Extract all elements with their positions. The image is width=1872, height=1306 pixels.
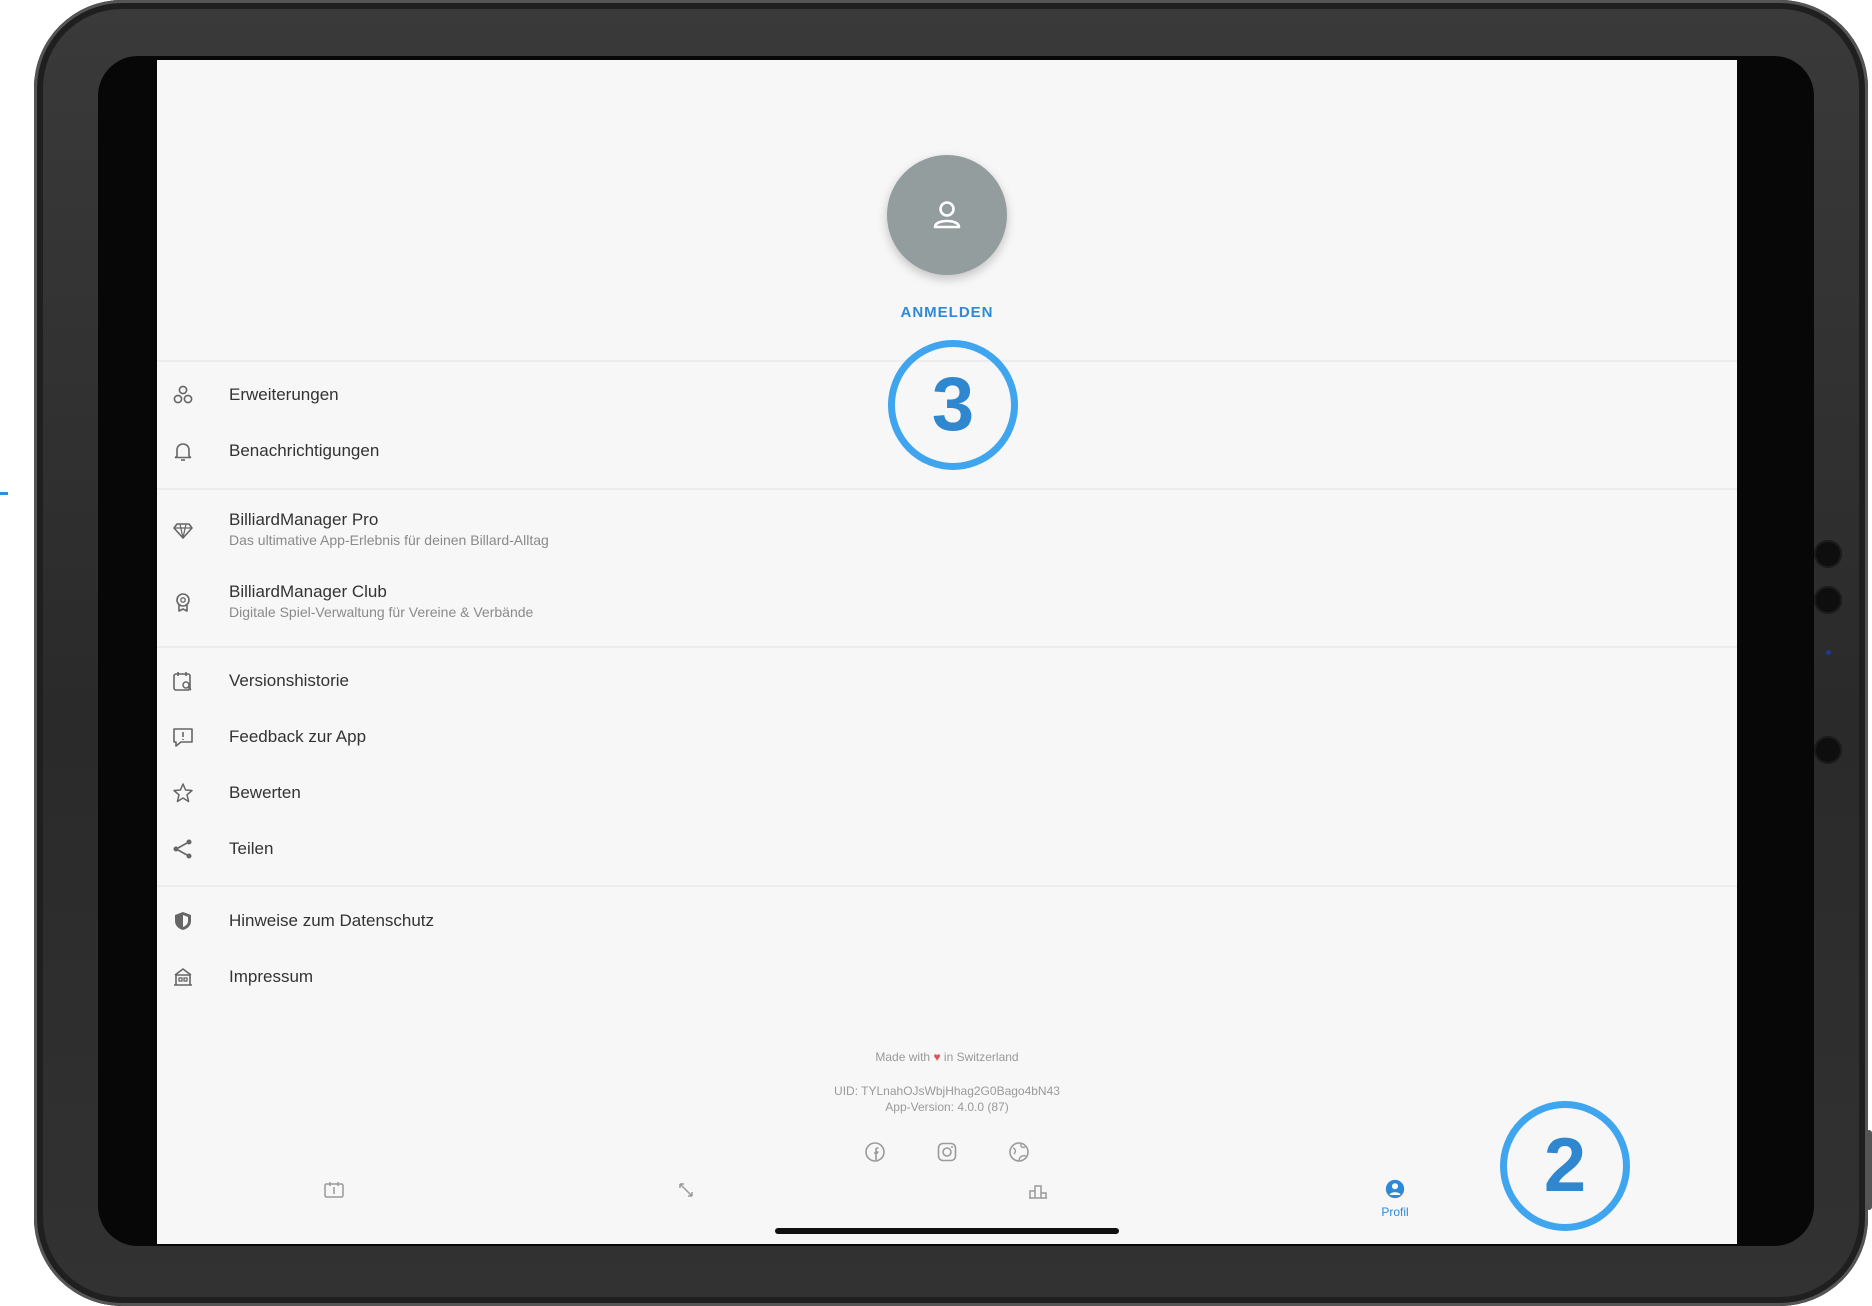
menu-item-label: Teilen (229, 839, 274, 858)
camera-lens-icon (1814, 540, 1842, 568)
tab-profil[interactable]: Profil (1375, 1178, 1415, 1226)
menu-item-teilen[interactable]: Teilen (157, 821, 1737, 877)
tab-label: Profil (1381, 1205, 1409, 1219)
volume-button (1866, 1130, 1872, 1210)
menu-item-feedback[interactable]: Feedback zur App (157, 709, 1737, 765)
building-icon (174, 968, 192, 986)
partial-link-underline[interactable] (0, 440, 8, 495)
menu-item-label: Versionshistorie (229, 671, 350, 690)
ranking-icon (1029, 1185, 1047, 1199)
menu-item-bewerten[interactable]: Bewerten (157, 765, 1737, 821)
login-button[interactable]: ANMELDEN (157, 304, 1737, 321)
menu-item-label: BilliardManager Pro (229, 510, 379, 529)
menu-item-label: Feedback zur App (229, 727, 367, 746)
star-icon (173, 783, 193, 803)
diamond-icon (173, 523, 193, 539)
menu-item-billiardmanager-club[interactable]: BilliardManager Club Digitale Spiel-Verw… (157, 574, 1737, 630)
divider (157, 488, 1737, 490)
menu-item-subtitle: Das ultimative App-Erlebnis für deinen B… (229, 532, 549, 548)
home-indicator (775, 1228, 1119, 1234)
website-icon[interactable] (1007, 1140, 1031, 1164)
menu-item-datenschutz[interactable]: Hinweise zum Datenschutz (157, 893, 1737, 949)
tab-scoreboard[interactable] (314, 1178, 354, 1226)
feedback-icon (173, 728, 193, 747)
camera-lens-icon (1814, 586, 1842, 614)
sensor-dot-icon (1826, 650, 1831, 655)
facebook-icon[interactable] (863, 1140, 887, 1164)
user-icon (933, 201, 961, 229)
made-with-prefix: Made with (875, 1050, 931, 1064)
profile-icon (1385, 1179, 1405, 1199)
instagram-icon[interactable] (935, 1140, 959, 1164)
award-icon (176, 593, 190, 612)
menu-item-billiardmanager-pro[interactable]: BilliardManager Pro Das ultimative App-E… (157, 502, 1737, 558)
made-with-suffix: in Switzerland (943, 1050, 1019, 1064)
menu-item-label: Hinweise zum Datenschutz (229, 911, 435, 930)
menu-item-versionshistorie[interactable]: Versionshistorie (157, 653, 1737, 709)
tab-ranking[interactable] (1018, 1178, 1058, 1226)
bell-icon (174, 443, 192, 461)
menu-item-label: Bewerten (229, 783, 301, 802)
step-3-callout: 3 (888, 340, 1018, 470)
extensions-icon (173, 385, 193, 404)
menu-item-label: Erweiterungen (229, 385, 339, 404)
menu-item-label: BilliardManager Club (229, 582, 387, 601)
divider (157, 646, 1737, 648)
heart-icon: ♥ (933, 1050, 941, 1064)
calendar-search-icon (173, 672, 192, 691)
avatar[interactable] (887, 155, 1007, 275)
menu-item-subtitle: Digitale Spiel-Verwaltung für Vereine & … (229, 604, 534, 620)
tab-arrows[interactable] (666, 1178, 706, 1226)
scoreboard-icon (324, 1182, 344, 1198)
divider (157, 885, 1737, 887)
step-2-callout: 2 (1500, 1101, 1630, 1231)
menu-item-label: Impressum (229, 967, 314, 986)
arrows-icon (679, 1183, 693, 1197)
uid-text: UID: TYLnahOJsWbjHhag2G0Bago4bN43 (834, 1084, 1060, 1098)
app-screen: ANMELDEN Erweiterungen Benachrichtigunge… (157, 60, 1737, 1244)
made-with-text: Made with ♥ in Switzerland (157, 1050, 1737, 1064)
shield-icon (175, 912, 191, 930)
app-version-text: App-Version: 4.0.0 (87) (885, 1100, 1009, 1114)
share-icon (173, 839, 192, 859)
menu-item-label: Benachrichtigungen (229, 441, 380, 460)
camera-lens-icon (1814, 736, 1842, 764)
menu-item-impressum[interactable]: Impressum (157, 949, 1737, 1005)
